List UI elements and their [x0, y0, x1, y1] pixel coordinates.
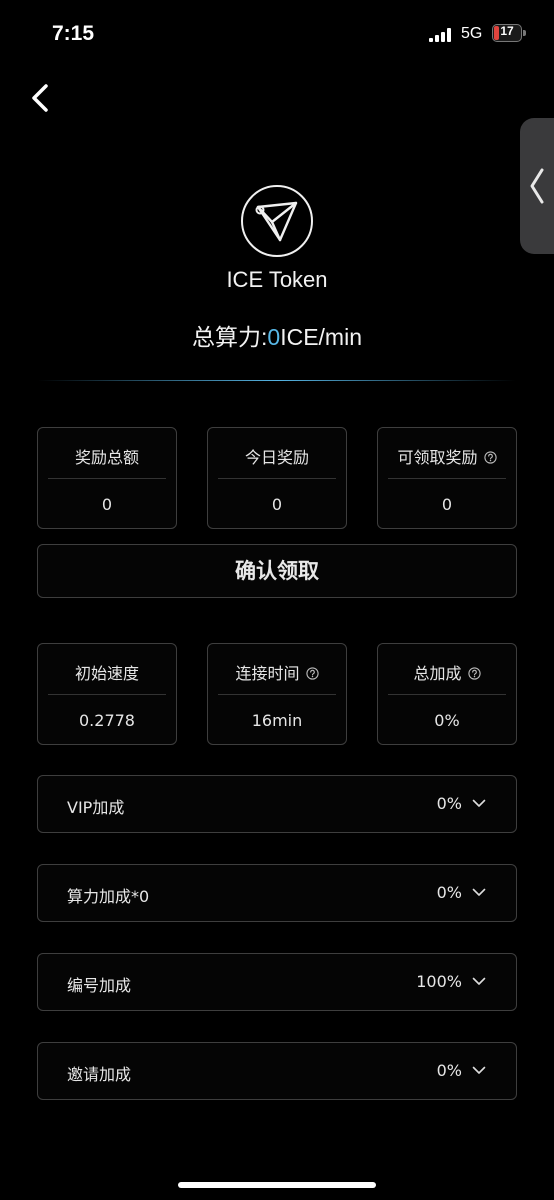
vip-bonus-row[interactable]: VIP加成 0% [37, 775, 517, 833]
reward-today-card: 今日奖励 0 [207, 427, 347, 529]
signal-icon [429, 28, 451, 42]
vip-bonus-label: VIP加成 [67, 798, 125, 817]
reward-today-value: 0 [271, 495, 283, 514]
home-indicator[interactable] [178, 1182, 376, 1188]
hashrate-bonus-row[interactable]: 算力加成*0 0% [37, 864, 517, 922]
battery-level: 17 [500, 24, 514, 38]
network-type: 5G [461, 25, 483, 42]
hashrate-bonus-label: 算力加成*0 [67, 887, 150, 906]
card-divider [388, 478, 506, 479]
chevron-left-icon [32, 84, 48, 112]
hashrate-label: 总算力: [192, 324, 268, 350]
status-bar: 7:15 5G 17 [0, 0, 554, 70]
card-divider [48, 694, 166, 695]
initial-speed-label: 初始速度 [74, 664, 139, 683]
card-divider [218, 694, 336, 695]
total-bonus-label-wrap: 总加成 [378, 660, 516, 684]
side-panel-handle[interactable] [520, 118, 554, 254]
total-bonus-label: 总加成 [413, 664, 462, 683]
initial-speed-card: 初始速度 0.2778 [37, 643, 177, 745]
vip-bonus-value: 0% [436, 794, 462, 813]
question-circle-icon[interactable] [305, 666, 319, 680]
chevron-down-icon [472, 799, 486, 807]
status-time: 7:15 [52, 22, 95, 45]
connection-time-card: 连接时间 16min [207, 643, 347, 745]
reward-claimable-card: 可领取奖励 0 [377, 427, 517, 529]
initial-speed-value: 0.2778 [79, 711, 135, 730]
reward-total-card: 奖励总额 0 [37, 427, 177, 529]
invite-bonus-label: 邀请加成 [67, 1065, 132, 1084]
question-circle-icon[interactable] [467, 666, 481, 680]
invite-bonus-value: 0% [436, 1061, 462, 1080]
number-bonus-value: 100% [416, 972, 462, 991]
reward-claimable-label: 可领取奖励 [397, 448, 478, 467]
card-divider [388, 694, 506, 695]
chevron-down-icon [472, 888, 486, 896]
glow-divider [38, 380, 516, 381]
chevron-down-icon [472, 1066, 486, 1074]
number-bonus-label: 编号加成 [67, 976, 132, 995]
card-divider [218, 478, 336, 479]
invite-bonus-row[interactable]: 邀请加成 0% [37, 1042, 517, 1100]
connection-time-value: 16min [251, 711, 303, 730]
reward-claimable-label-wrap: 可领取奖励 [378, 444, 516, 468]
total-hashrate: 总算力:0ICE/min [0, 318, 554, 352]
total-bonus-value: 0% [434, 711, 460, 730]
reward-claimable-value: 0 [441, 495, 453, 514]
hashrate-bonus-value: 0% [436, 883, 462, 902]
chevron-left-icon [530, 168, 544, 204]
total-bonus-card: 总加成 0% [377, 643, 517, 745]
back-button[interactable] [24, 78, 58, 118]
question-circle-icon[interactable] [483, 450, 497, 464]
connection-time-label: 连接时间 [235, 664, 300, 683]
number-bonus-row[interactable]: 编号加成 100% [37, 953, 517, 1011]
battery-icon: 17 [492, 24, 522, 42]
connection-time-label-wrap: 连接时间 [208, 660, 346, 684]
token-logo-icon [241, 185, 313, 257]
confirm-claim-button[interactable]: 确认领取 [37, 544, 517, 598]
reward-total-value: 0 [101, 495, 113, 514]
chevron-down-icon [472, 977, 486, 985]
card-divider [48, 478, 166, 479]
battery-cap [523, 30, 526, 36]
reward-today-label: 今日奖励 [244, 448, 309, 467]
hashrate-unit: ICE/min [280, 324, 362, 350]
reward-total-label: 奖励总额 [74, 448, 139, 467]
hashrate-value: 0 [267, 324, 281, 350]
token-name: ICE Token [226, 267, 328, 292]
